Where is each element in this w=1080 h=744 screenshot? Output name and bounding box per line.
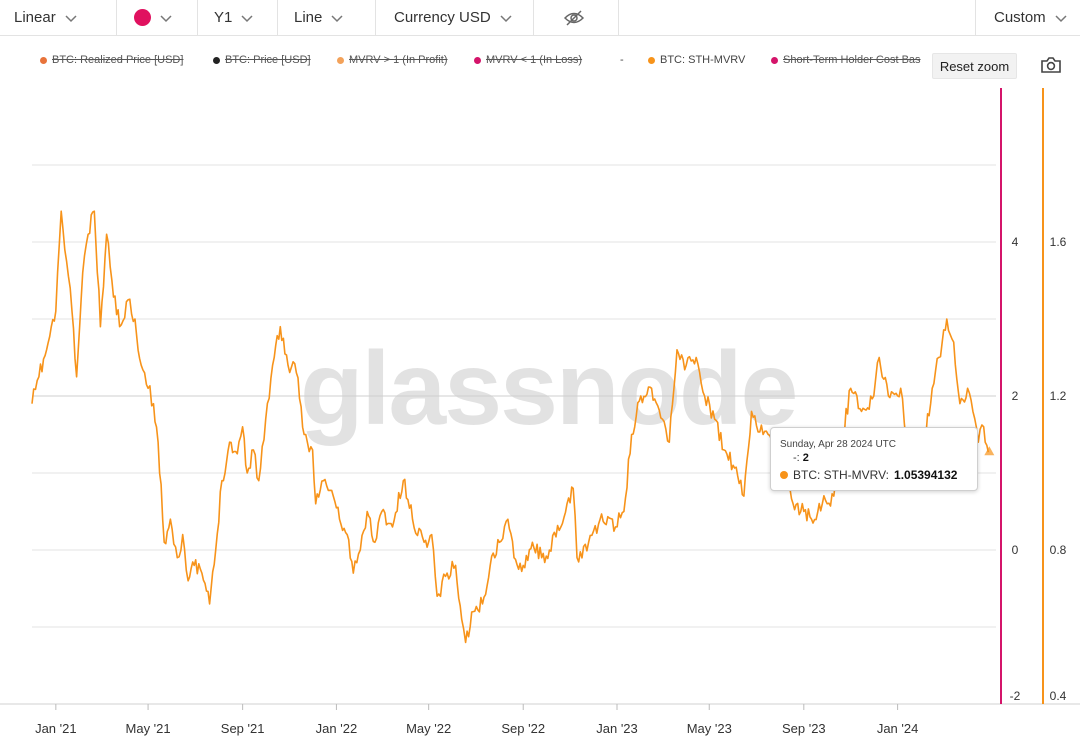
y1-tick-label: 2	[1012, 389, 1019, 403]
x-tick-label: Jan '22	[316, 721, 358, 736]
x-tick-label: Jan '21	[35, 721, 77, 736]
tooltip-series: BTC: STH-MVRV: 1.05394132	[780, 468, 957, 482]
tooltip-series-label: BTC: STH-MVRV:	[793, 468, 890, 482]
y2-tick-label: 1.2	[1050, 389, 1067, 403]
x-tick-label: Jan '24	[877, 721, 919, 736]
tooltip-reference-value: 2	[802, 452, 809, 464]
y2-tick-label: 0.4	[1050, 689, 1067, 703]
x-tick-label: Sep '23	[782, 721, 826, 736]
chart-tooltip: Sunday, Apr 28 2024 UTC -: 2 BTC: STH-MV…	[770, 427, 978, 491]
x-tick-label: May '21	[126, 721, 171, 736]
y1-tick-label: 0	[1012, 543, 1019, 557]
x-tick-label: Sep '22	[501, 721, 545, 736]
tooltip-reference: -: 2	[793, 452, 809, 464]
series-end-marker	[984, 446, 995, 456]
x-tick-label: May '22	[406, 721, 451, 736]
tooltip-reference-label: -:	[793, 452, 800, 464]
y1-tick-label: -2	[1010, 689, 1021, 703]
tooltip-series-value: 1.05394132	[894, 468, 958, 482]
tooltip-date: Sunday, Apr 28 2024 UTC	[780, 439, 896, 450]
x-tick-label: May '23	[687, 721, 732, 736]
tooltip-series-dot	[780, 471, 788, 479]
x-tick-label: Jan '23	[596, 721, 638, 736]
y2-tick-label: 0.8	[1050, 543, 1067, 557]
y2-tick-label: 1.6	[1050, 235, 1067, 249]
sth-mvrv-chart[interactable]: Jan '21 May '21 Sep '21 Jan '22 May '22 Sep '…	[0, 0, 1080, 744]
y1-tick-label: 4	[1012, 235, 1019, 249]
x-tick-label: Sep '21	[221, 721, 265, 736]
